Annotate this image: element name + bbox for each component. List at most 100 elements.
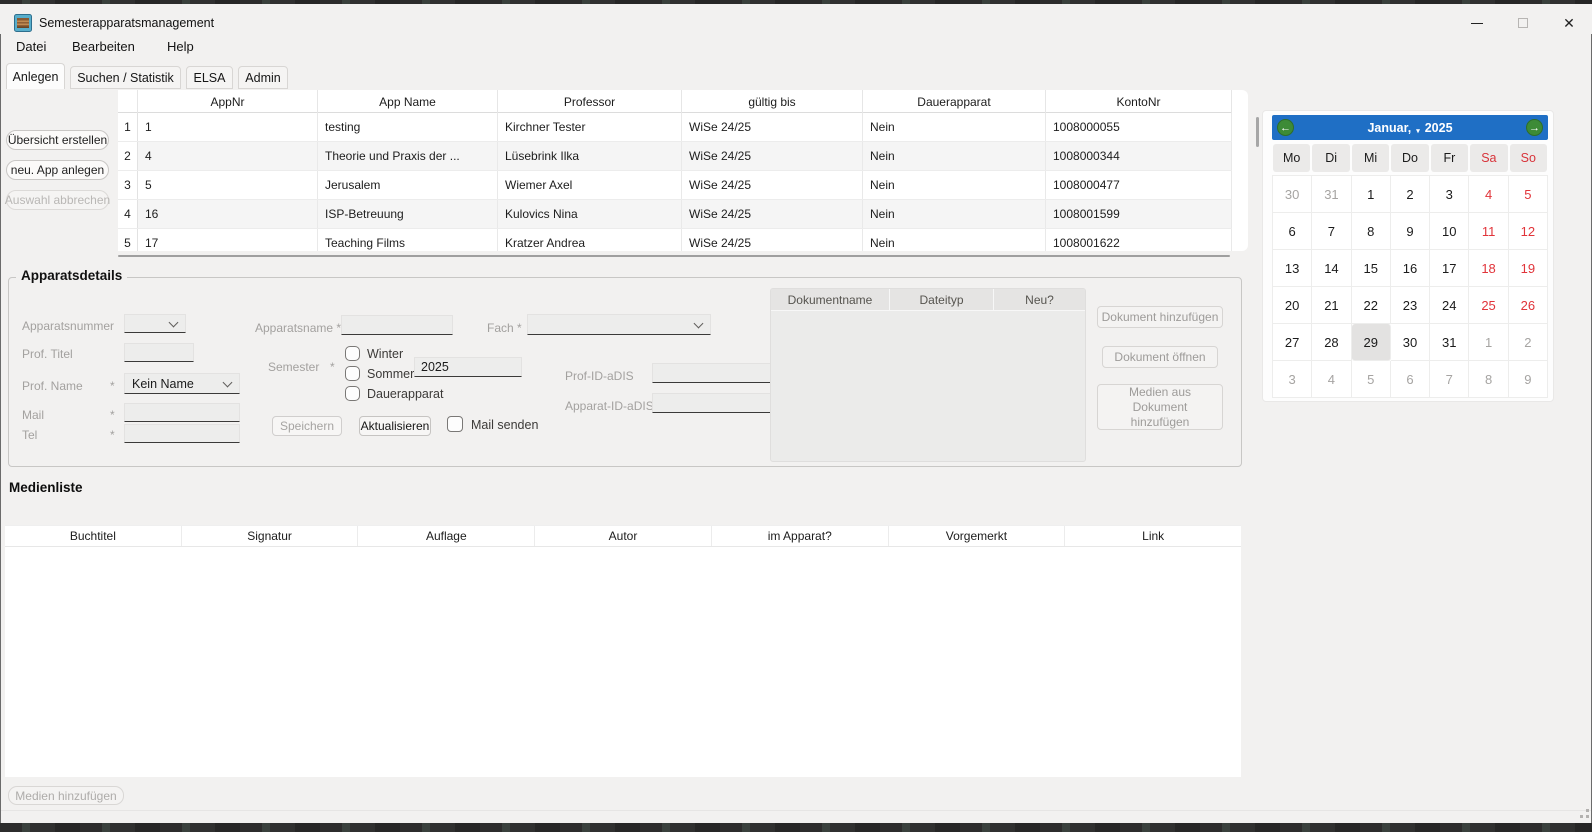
media-column-header[interactable]: Vorgemerkt <box>889 526 1066 546</box>
refresh-button[interactable]: Aktualisieren <box>359 416 431 436</box>
prof-titel-field[interactable] <box>124 343 194 362</box>
calendar-day-cell[interactable]: 30 <box>1391 324 1430 361</box>
tab-anlegen[interactable]: Anlegen <box>6 63 65 89</box>
calendar-day-cell[interactable]: 6 <box>1273 213 1312 250</box>
calendar-day-cell[interactable]: 7 <box>1312 213 1351 250</box>
calendar-day-cell[interactable]: 28 <box>1312 324 1351 361</box>
open-document-button[interactable]: Dokument öffnen <box>1102 346 1218 368</box>
horizontal-scrollbar[interactable] <box>118 255 1230 257</box>
column-header-appnr[interactable]: AppNr <box>138 90 318 113</box>
calendar-day-cell[interactable]: 17 <box>1430 250 1469 287</box>
calendar-day-cell[interactable]: 9 <box>1509 361 1548 398</box>
calendar-day-cell[interactable]: 3 <box>1430 176 1469 213</box>
calendar-day-cell[interactable]: 26 <box>1509 287 1548 324</box>
column-header-dauerapparat[interactable]: Dauerapparat <box>863 90 1046 113</box>
calendar-day-cell[interactable]: 21 <box>1312 287 1351 324</box>
radio-dauerapparat[interactable] <box>345 386 360 401</box>
calendar-day-cell[interactable]: 20 <box>1273 287 1312 324</box>
calendar-day-cell[interactable]: 30 <box>1273 176 1312 213</box>
calendar-day-cell[interactable]: 5 <box>1509 176 1548 213</box>
fach-combo[interactable] <box>527 314 711 335</box>
calendar-day-cell[interactable]: 1 <box>1352 176 1391 213</box>
media-column-header[interactable]: Autor <box>535 526 712 546</box>
media-from-document-button[interactable]: Medien aus Dokument hinzufügen <box>1097 384 1223 430</box>
table-row[interactable]: 11testingKirchner TesterWiSe 24/25Nein10… <box>118 113 1232 142</box>
calendar-day-cell[interactable]: 13 <box>1273 250 1312 287</box>
calendar-day-cell[interactable]: 29 <box>1352 324 1391 361</box>
table-row[interactable]: 517Teaching FilmsKratzer AndreaWiSe 24/2… <box>118 229 1232 251</box>
create-overview-button[interactable]: Übersicht erstellen <box>6 130 109 150</box>
calendar-day-cell[interactable]: 3 <box>1273 361 1312 398</box>
media-column-header[interactable]: Buchtitel <box>5 526 182 546</box>
column-header-appname[interactable]: App Name <box>318 90 498 113</box>
media-column-header[interactable]: Link <box>1065 526 1241 546</box>
menu-item-bearbeiten[interactable]: Bearbeiten <box>72 39 135 54</box>
column-header-kontonr[interactable]: KontoNr <box>1046 90 1232 113</box>
doc-column-dokumentname[interactable]: Dokumentname <box>771 289 890 310</box>
semester-year-field[interactable] <box>414 357 522 377</box>
add-document-button[interactable]: Dokument hinzufügen <box>1097 306 1223 328</box>
media-column-header[interactable]: Signatur <box>182 526 359 546</box>
calendar-day-cell[interactable]: 31 <box>1312 176 1351 213</box>
calendar-day-cell[interactable]: 14 <box>1312 250 1351 287</box>
calendar-day-cell[interactable]: 23 <box>1391 287 1430 324</box>
calendar-day-cell[interactable]: 11 <box>1469 213 1508 250</box>
radio-sommer[interactable] <box>345 366 360 381</box>
add-media-button[interactable]: Medien hinzufügen <box>8 786 124 805</box>
calendar-day-cell[interactable]: 7 <box>1430 361 1469 398</box>
column-header-gueltig-bis[interactable]: gültig bis <box>682 90 863 113</box>
calendar-day-cell[interactable]: 6 <box>1391 361 1430 398</box>
tab-elsa[interactable]: ELSA <box>186 66 233 89</box>
calendar-day-cell[interactable]: 19 <box>1509 250 1548 287</box>
apparatsnummer-combo[interactable] <box>124 314 186 333</box>
table-row[interactable]: 416ISP-BetreuungKulovics NinaWiSe 24/25N… <box>118 200 1232 229</box>
new-app-button[interactable]: neu. App anlegen <box>6 160 109 180</box>
table-row[interactable]: 35JerusalemWiemer AxelWiSe 24/25Nein1008… <box>118 171 1232 200</box>
calendar-day-cell[interactable]: 4 <box>1469 176 1508 213</box>
menu-item-help[interactable]: Help <box>167 39 194 54</box>
doc-column-neu[interactable]: Neu? <box>994 289 1085 310</box>
column-header-professor[interactable]: Professor <box>498 90 682 113</box>
media-column-header[interactable]: im Apparat? <box>712 526 889 546</box>
tel-field[interactable] <box>124 424 240 443</box>
calendar-day-cell[interactable]: 8 <box>1352 213 1391 250</box>
apparatsname-field[interactable] <box>341 315 453 335</box>
mail-senden-checkbox[interactable] <box>447 416 463 432</box>
prof-id-adis-field[interactable] <box>652 363 778 383</box>
calendar-day-cell[interactable]: 22 <box>1352 287 1391 324</box>
calendar-day-cell[interactable]: 18 <box>1469 250 1508 287</box>
prof-name-combo[interactable]: Kein Name <box>124 373 240 394</box>
calendar-day-cell[interactable]: 24 <box>1430 287 1469 324</box>
tab-admin[interactable]: Admin <box>238 66 288 89</box>
mail-field[interactable] <box>124 403 240 422</box>
calendar-prev-button[interactable]: ← <box>1277 119 1294 136</box>
calendar-day-cell[interactable]: 2 <box>1509 324 1548 361</box>
tab-suchen-statistik[interactable]: Suchen / Statistik <box>70 66 181 89</box>
calendar-day-cell[interactable]: 8 <box>1469 361 1508 398</box>
calendar-day-cell[interactable]: 31 <box>1430 324 1469 361</box>
calendar-day-cell[interactable]: 4 <box>1312 361 1351 398</box>
calendar-day-cell[interactable]: 25 <box>1469 287 1508 324</box>
calendar-day-cell[interactable]: 10 <box>1430 213 1469 250</box>
cancel-selection-button[interactable]: Auswahl abbrechen <box>6 190 109 210</box>
resize-grip[interactable] <box>1580 815 1583 818</box>
doc-column-dateityp[interactable]: Dateityp <box>890 289 994 310</box>
apparat-id-adis-field[interactable] <box>652 393 778 413</box>
chevron-down-icon <box>223 378 233 388</box>
save-button[interactable]: Speichern <box>272 416 342 436</box>
calendar-day-cell[interactable]: 1 <box>1469 324 1508 361</box>
calendar-day-cell[interactable]: 9 <box>1391 213 1430 250</box>
calendar-day-cell[interactable]: 16 <box>1391 250 1430 287</box>
calendar-next-button[interactable]: → <box>1526 119 1543 136</box>
vertical-scrollbar[interactable] <box>1256 117 1259 147</box>
radio-winter[interactable] <box>345 346 360 361</box>
menu-item-datei[interactable]: Datei <box>16 39 46 54</box>
calendar-day-cell[interactable]: 5 <box>1352 361 1391 398</box>
calendar-day-cell[interactable]: 15 <box>1352 250 1391 287</box>
media-column-header[interactable]: Auflage <box>358 526 535 546</box>
calendar-day-cell[interactable]: 27 <box>1273 324 1312 361</box>
calendar-day-cell[interactable]: 12 <box>1509 213 1548 250</box>
calendar-day-cell[interactable]: 2 <box>1391 176 1430 213</box>
calendar-title[interactable]: Januar,▾2025 <box>1367 121 1452 135</box>
table-row[interactable]: 24Theorie und Praxis der ...Lüsebrink Il… <box>118 142 1232 171</box>
